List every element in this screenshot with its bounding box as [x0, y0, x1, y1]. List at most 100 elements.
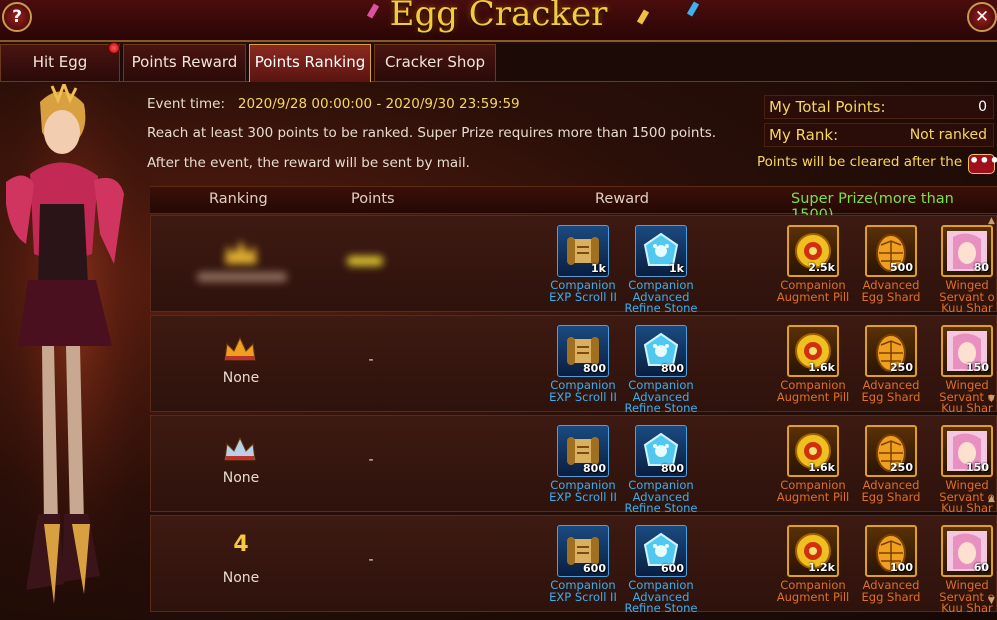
item-name-line: Egg Shard [861, 589, 921, 604]
item-slot[interactable]: 800 [635, 325, 687, 377]
hero-character-illustration [0, 84, 150, 620]
item-name: Companion EXP Scroll II [543, 379, 623, 404]
item-slot[interactable]: 250 [865, 325, 917, 377]
tab-label: Points Ranking [254, 53, 366, 71]
reward-item-exp-scroll[interactable]: 800 Companion EXP Scroll II [543, 425, 623, 503]
item-name-line: Augment Pill [776, 589, 850, 604]
item-name-line: EXP Scroll II [549, 289, 617, 304]
scroll-up-arrow-icon[interactable]: ▲ [986, 216, 997, 226]
item-slot[interactable]: 800 [635, 425, 687, 477]
rank-player-name: None [222, 470, 260, 486]
reward-item-exp-scroll[interactable]: 600 Companion EXP Scroll II [543, 525, 623, 603]
help-button[interactable]: ? [2, 2, 32, 32]
item-quantity: 800 [583, 362, 606, 375]
reward-item-refine-stone[interactable]: 1k Companion Advanced Refine Stone [621, 225, 701, 315]
super-prize-egg-shard[interactable]: 100 Advanced Egg Shard [851, 525, 931, 603]
super-prize-augment-pill[interactable]: 1.2k Companion Augment Pill [773, 525, 853, 603]
item-name-line: Refine Stone [624, 601, 698, 615]
item-slot[interactable]: 250 [865, 425, 917, 477]
question-icon: ? [12, 7, 22, 27]
item-quantity: 2.5k [808, 261, 835, 274]
item-name-line: Egg Shard [861, 489, 921, 504]
super-prize-augment-pill[interactable]: 1.6k Companion Augment Pill [773, 425, 853, 503]
ranking-row: None - 800 Companion EXP Scroll II 800 Compani… [150, 315, 997, 415]
window-title: Egg Cracker [389, 0, 608, 34]
item-slot[interactable]: 1.6k [787, 325, 839, 377]
super-prize-egg-shard[interactable]: 500 Advanced Egg Shard [851, 225, 931, 303]
item-slot[interactable]: 100 [865, 525, 917, 577]
tab-bar: Hit Egg Points Reward Points Ranking Cra… [0, 42, 997, 82]
scroll-down-arrow-icon[interactable]: ▼ [986, 394, 997, 404]
item-slot[interactable]: 2.5k [787, 225, 839, 277]
ranking-table-header: Ranking Points Reward Super Prize(more t… [150, 186, 997, 223]
my-rank-label: My Rank: [769, 126, 839, 144]
tab-points-reward[interactable]: Points Reward [123, 44, 246, 81]
item-quantity: 800 [661, 362, 684, 375]
item-name-line: EXP Scroll II [549, 389, 617, 404]
scroll-area[interactable]: ▲ ▼ ▲ ▼ [986, 214, 997, 620]
item-slot[interactable]: 600 [557, 525, 609, 577]
crown-icon [224, 436, 256, 461]
super-prize-augment-pill[interactable]: 2.5k Companion Augment Pill [773, 225, 853, 303]
item-quantity: 1k [591, 262, 606, 275]
tab-points-ranking[interactable]: Points Ranking [249, 44, 371, 82]
item-quantity: 1.6k [808, 461, 835, 474]
item-name-line: Egg Shard [861, 289, 921, 304]
item-slot[interactable]: 1.6k [787, 425, 839, 477]
close-icon: ✕ [974, 7, 990, 27]
item-slot[interactable]: 800 [557, 425, 609, 477]
more-button[interactable]: ••• [968, 153, 997, 174]
hidden-player-name [197, 272, 287, 282]
item-quantity: 100 [890, 561, 913, 574]
notification-dot-icon [108, 42, 120, 54]
item-name: Companion Advanced Refine Stone [621, 379, 701, 415]
super-prize-egg-shard[interactable]: 250 Advanced Egg Shard [851, 325, 931, 403]
reward-item-refine-stone[interactable]: 800 Companion Advanced Refine Stone [621, 325, 701, 415]
rank-number: 4 [233, 532, 249, 557]
item-name-line: Augment Pill [776, 289, 850, 304]
item-quantity: 250 [890, 361, 913, 374]
rank-points: - [368, 352, 374, 368]
item-name: Companion EXP Scroll II [543, 279, 623, 304]
item-name-line: Refine Stone [624, 501, 698, 515]
item-quantity: 1.6k [808, 361, 835, 374]
item-name: Companion Augment Pill [773, 579, 853, 604]
tab-cracker-shop[interactable]: Cracker Shop [374, 44, 496, 81]
gold-crown-icon [225, 240, 257, 264]
item-name: Advanced Egg Shard [851, 479, 931, 504]
my-rank-value: Not ranked [909, 127, 987, 143]
tab-hit-egg[interactable]: Hit Egg [0, 42, 120, 81]
reward-item-exp-scroll[interactable]: 1k Companion EXP Scroll II [543, 225, 623, 303]
super-prize-augment-pill[interactable]: 1.6k Companion Augment Pill [773, 325, 853, 403]
ranking-row: 1k Companion EXP Scroll II 1k Companion Advan… [150, 215, 997, 315]
super-prize-egg-shard[interactable]: 250 Advanced Egg Shard [851, 425, 931, 503]
reward-item-exp-scroll[interactable]: 800 Companion EXP Scroll II [543, 325, 623, 403]
tab-label: Points Reward [131, 53, 238, 71]
reward-item-refine-stone[interactable]: 600 Companion Advanced Refine Stone [621, 525, 701, 615]
item-slot[interactable]: 1k [557, 225, 609, 277]
column-header-points: Points [351, 191, 395, 207]
item-name: Companion Augment Pill [773, 479, 853, 503]
item-name: Companion Advanced Refine Stone [621, 479, 701, 515]
rank-points: - [368, 552, 374, 568]
reward-item-refine-stone[interactable]: 800 Companion Advanced Refine Stone [621, 425, 701, 515]
item-name-line: Augment Pill [776, 389, 850, 404]
points-cleared-note: Points will be cleared after the e [757, 154, 967, 170]
item-slot[interactable]: 500 [865, 225, 917, 277]
item-slot[interactable]: 1k [635, 225, 687, 277]
item-slot[interactable]: 800 [557, 325, 609, 377]
ranking-row: 4 None - 600 Companion EXP Scroll II 600 Compan… [150, 515, 997, 615]
item-slot[interactable]: 1.2k [787, 525, 839, 577]
item-quantity: 800 [583, 462, 606, 475]
item-slot[interactable]: 600 [635, 525, 687, 577]
item-quantity: 600 [661, 562, 684, 575]
scroll-down-arrow-icon[interactable]: ▼ [986, 596, 997, 606]
item-name-line: EXP Scroll II [549, 589, 617, 604]
item-name: Companion EXP Scroll II [543, 579, 623, 604]
close-button[interactable]: ✕ [967, 2, 997, 32]
item-quantity: 1k [669, 262, 684, 275]
scroll-up-arrow-icon[interactable]: ▲ [986, 494, 997, 504]
item-quantity: 600 [583, 562, 606, 575]
item-name: Advanced Egg Shard [851, 579, 931, 604]
item-name: Companion Augment Pill [773, 379, 853, 404]
